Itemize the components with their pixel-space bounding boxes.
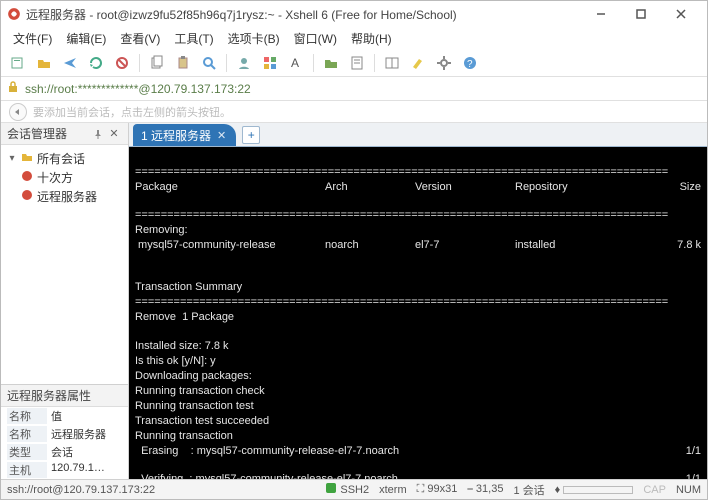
app-window: 远程服务器 - root@izwz9fu52f85h96q7j1rysz:~ -…	[0, 0, 708, 500]
session-tab-1[interactable]: 1 远程服务器 ✕	[133, 124, 236, 146]
menu-file[interactable]: 文件(F)	[7, 28, 58, 49]
props-header-row: 名称 值	[1, 407, 128, 425]
status-connection: ssh://root@120.79.137.173:22	[7, 484, 155, 496]
svg-text:?: ?	[467, 59, 473, 70]
profiles-icon[interactable]	[233, 52, 255, 74]
terminal-header: PackageArchVersionRepositorySize	[135, 180, 701, 194]
tree-item-0[interactable]: 十次方	[5, 168, 124, 187]
session-manager-panel: 会话管理器 ✕ ▾ 所有会话 十次方 远程服务器	[1, 123, 129, 479]
copy-icon[interactable]	[146, 52, 168, 74]
tree-item-label: 十次方	[37, 169, 73, 186]
color-icon[interactable]	[259, 52, 281, 74]
reconnect-icon[interactable]	[85, 52, 107, 74]
tab-label: 1 远程服务器	[141, 127, 211, 144]
collapse-icon[interactable]: ▾	[7, 153, 17, 164]
properties-title-text: 远程服务器属性	[7, 387, 91, 404]
menu-window[interactable]: 窗口(W)	[288, 28, 343, 49]
send-icon[interactable]	[59, 52, 81, 74]
menu-help[interactable]: 帮助(H)	[345, 28, 398, 49]
status-pos: ⎯ 31,35	[467, 483, 503, 496]
hint-bar: 要添加当前会话，点击左侧的箭头按钮。	[1, 101, 707, 123]
menu-view[interactable]: 查看(V)	[114, 28, 166, 49]
maximize-button[interactable]	[621, 1, 661, 27]
hint-text: 要添加当前会话，点击左侧的箭头按钮。	[33, 104, 231, 120]
window-title: 远程服务器 - root@izwz9fu52f85h96q7j1rysz:~ -…	[26, 6, 581, 23]
status-ssh: SSH2	[326, 483, 369, 496]
props-row: 类型会话	[1, 443, 128, 461]
status-progress: ♦	[555, 484, 634, 496]
address-bar: ssh://root:*************@120.79.137.173:…	[1, 77, 707, 101]
tree-root-label: 所有会话	[37, 150, 85, 167]
props-header-key: 名称	[7, 408, 47, 424]
separator	[313, 54, 314, 72]
tab-close-icon[interactable]: ✕	[217, 129, 226, 142]
folder-icon	[21, 151, 33, 166]
connected-icon	[326, 483, 336, 493]
tree-root[interactable]: ▾ 所有会话	[5, 149, 124, 168]
lock-icon	[7, 81, 19, 96]
host-icon	[21, 189, 33, 204]
status-sessions: 1 会话	[513, 482, 544, 498]
address-text[interactable]: ssh://root:*************@120.79.137.173:…	[25, 82, 701, 96]
menu-edit[interactable]: 编辑(E)	[60, 28, 112, 49]
props-row: 主机120.79.1…	[1, 461, 128, 479]
tab-strip: 1 远程服务器 ✕ +	[129, 123, 707, 147]
settings-icon[interactable]	[433, 52, 455, 74]
separator	[374, 54, 375, 72]
separator	[226, 54, 227, 72]
find-icon[interactable]	[198, 52, 220, 74]
open-session-icon[interactable]	[33, 52, 55, 74]
tree-item-1[interactable]: 远程服务器	[5, 187, 124, 206]
session-manager-title: 会话管理器 ✕	[1, 123, 128, 145]
svg-text:A: A	[291, 56, 299, 70]
props-header-val: 值	[51, 408, 122, 424]
new-session-icon[interactable]	[7, 52, 29, 74]
transfer-icon[interactable]	[320, 52, 342, 74]
font-icon[interactable]: A	[285, 52, 307, 74]
layout-icon[interactable]	[381, 52, 403, 74]
host-icon	[21, 170, 33, 185]
terminal[interactable]: ========================================…	[129, 147, 707, 479]
paste-icon[interactable]	[172, 52, 194, 74]
session-manager-title-text: 会话管理器	[7, 125, 67, 142]
app-icon	[7, 7, 21, 21]
add-tab-button[interactable]: +	[242, 126, 260, 144]
session-tree: ▾ 所有会话 十次方 远程服务器	[1, 145, 128, 384]
minimize-button[interactable]	[581, 1, 621, 27]
separator	[139, 54, 140, 72]
tree-item-label: 远程服务器	[37, 188, 97, 205]
menu-tools[interactable]: 工具(T)	[168, 28, 219, 49]
menu-tab[interactable]: 选项卡(B)	[222, 28, 286, 49]
pin-icon[interactable]	[90, 126, 106, 142]
highlight-icon[interactable]	[407, 52, 429, 74]
terminal-row: mysql57-community-releasenoarchel7-7inst…	[135, 238, 701, 252]
close-button[interactable]	[661, 1, 701, 27]
pane-close-icon[interactable]: ✕	[106, 126, 122, 142]
status-cap: CAP	[643, 484, 666, 496]
status-term: xterm	[379, 484, 407, 496]
props-row: 名称远程服务器	[1, 425, 128, 443]
menubar: 文件(F) 编辑(E) 查看(V) 工具(T) 选项卡(B) 窗口(W) 帮助(…	[1, 27, 707, 49]
properties-title: 远程服务器属性	[1, 385, 128, 407]
status-num: NUM	[676, 484, 701, 496]
middle-row: 会话管理器 ✕ ▾ 所有会话 十次方 远程服务器	[1, 123, 707, 479]
script-icon[interactable]	[346, 52, 368, 74]
disconnect-icon[interactable]	[111, 52, 133, 74]
titlebar: 远程服务器 - root@izwz9fu52f85h96q7j1rysz:~ -…	[1, 1, 707, 27]
add-session-arrow-button[interactable]	[9, 103, 27, 121]
main-area: 1 远程服务器 ✕ + ============================…	[129, 123, 707, 479]
properties-panel: 远程服务器属性 名称 值 名称远程服务器 类型会话 主机120.79.1…	[1, 384, 128, 479]
status-size: ⛶ 99x31	[417, 483, 458, 496]
toolbar: A ?	[1, 49, 707, 77]
status-bar: ssh://root@120.79.137.173:22 SSH2 xterm …	[1, 479, 707, 499]
help-icon[interactable]: ?	[459, 52, 481, 74]
